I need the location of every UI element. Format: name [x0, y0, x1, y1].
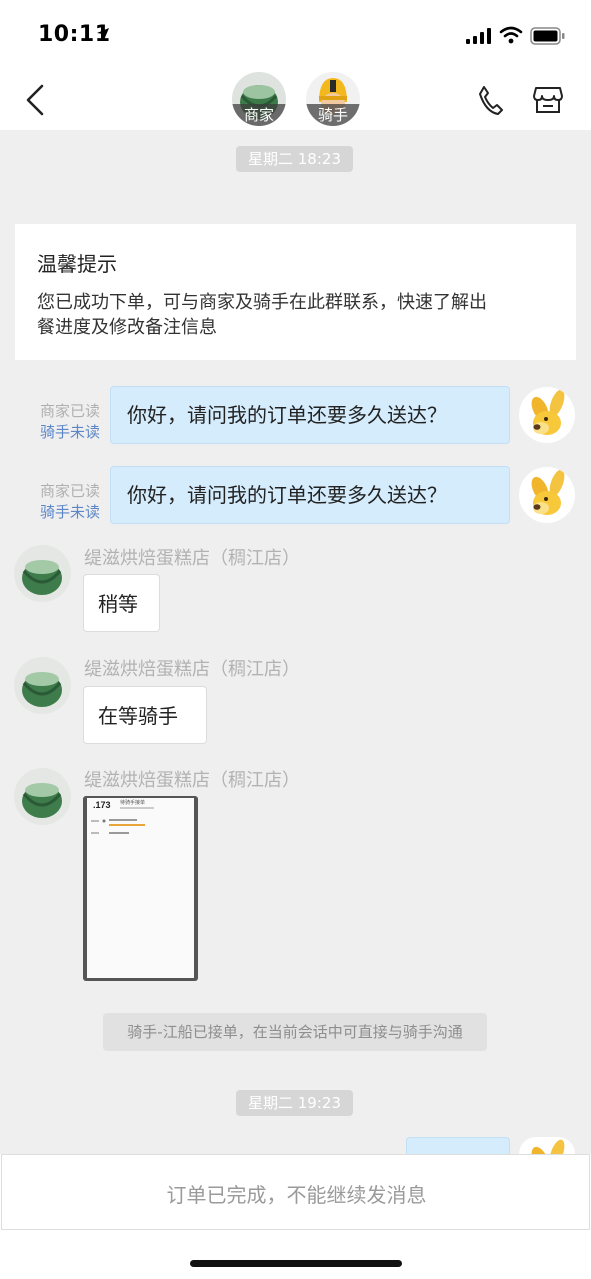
tip-card: 温馨提示 您已成功下单，可与商家及骑手在此群联系，快速了解出 餐进度及修改备注信…: [15, 224, 576, 360]
phone-icon[interactable]: [476, 84, 504, 116]
svg-text:.173: .173: [93, 800, 111, 810]
image-message[interactable]: .173 待骑手接单: [83, 796, 198, 981]
chat-header: 商家 骑手: [0, 70, 591, 130]
system-notice: 骑手-江船已接单，在当前会话中可直接与骑手沟通: [103, 1013, 487, 1051]
wifi-icon: [499, 26, 523, 44]
outgoing-message-bubble[interactable]: 你好，请问我的订单还要多久送达？: [110, 386, 510, 444]
sender-name: 缇滋烘焙蛋糕店（稠江店）: [84, 548, 300, 569]
chat-closed-notice: 订单已完成，不能继续发消息: [166, 1183, 427, 1207]
merchant-avatar[interactable]: 商家: [232, 72, 286, 126]
dog-avatar-image: [531, 1139, 565, 1154]
image-preview-drawing: .173 待骑手接单: [91, 799, 154, 834]
timestamp-label: 星期二 19:23: [236, 1090, 353, 1116]
tip-title: 温馨提示: [37, 252, 117, 276]
message-text: 你好，请问我的订单还要多久送达？: [127, 483, 447, 507]
shop-icon[interactable]: [532, 84, 564, 116]
dog-avatar-image: [531, 469, 565, 515]
shop-avatar[interactable]: [14, 545, 71, 602]
image-message-content: .173 待骑手接单: [87, 798, 194, 978]
shop-avatar-image: [14, 657, 71, 714]
outgoing-message-bubble[interactable]: [406, 1137, 510, 1154]
sender-name: 缇滋烘焙蛋糕店（稠江店）: [84, 770, 300, 791]
merchant-label: 商家: [232, 104, 286, 126]
bottom-bar: 订单已完成，不能继续发消息: [0, 1154, 591, 1279]
incoming-message-bubble[interactable]: 在等骑手: [83, 686, 207, 744]
user-avatar[interactable]: [519, 387, 575, 443]
user-avatar[interactable]: [519, 1137, 575, 1154]
rider-read-status: 骑手未读: [39, 503, 100, 521]
tip-line: 您已成功下单，可与商家及骑手在此群联系，快速了解出: [37, 292, 487, 313]
battery-icon: [530, 27, 565, 45]
merchant-read-status: 商家已读: [39, 482, 100, 500]
merchant-read-status: 商家已读: [39, 402, 100, 420]
outgoing-message-bubble[interactable]: 你好，请问我的订单还要多久送达？: [110, 466, 510, 524]
back-chevron-icon[interactable]: [24, 84, 46, 116]
tip-line: 餐进度及修改备注信息: [37, 317, 217, 338]
message-disabled-box: 订单已完成，不能继续发消息: [1, 1154, 590, 1230]
status-bar: 10:11: [0, 0, 591, 70]
message-text: 在等骑手: [98, 704, 178, 728]
home-indicator[interactable]: [190, 1260, 402, 1267]
signal-icon: [466, 28, 491, 44]
read-status: 商家已读 骑手未读: [30, 481, 100, 523]
location-arrow-icon: [97, 28, 109, 40]
image-number: 173: [96, 800, 111, 810]
rider-label: 骑手: [306, 104, 360, 126]
message-text: 稍等: [98, 592, 138, 616]
shop-avatar[interactable]: [14, 657, 71, 714]
read-status: 商家已读 骑手未读: [30, 401, 100, 443]
shop-avatar[interactable]: [14, 768, 71, 825]
incoming-message-bubble[interactable]: 稍等: [83, 574, 160, 632]
sender-name: 缇滋烘焙蛋糕店（稠江店）: [84, 659, 300, 680]
rider-avatar[interactable]: 骑手: [306, 72, 360, 126]
message-text: 你好，请问我的订单还要多久送达？: [127, 403, 447, 427]
tip-body: 您已成功下单，可与商家及骑手在此群联系，快速了解出 餐进度及修改备注信息: [37, 290, 557, 340]
shop-avatar-image: [14, 545, 71, 602]
image-heading: 待骑手接单: [120, 799, 145, 806]
dog-avatar-image: [531, 389, 565, 435]
user-avatar[interactable]: [519, 467, 575, 523]
rider-read-status: 骑手未读: [39, 423, 100, 441]
timestamp-label: 星期二 18:23: [236, 146, 353, 172]
shop-avatar-image: [14, 768, 71, 825]
